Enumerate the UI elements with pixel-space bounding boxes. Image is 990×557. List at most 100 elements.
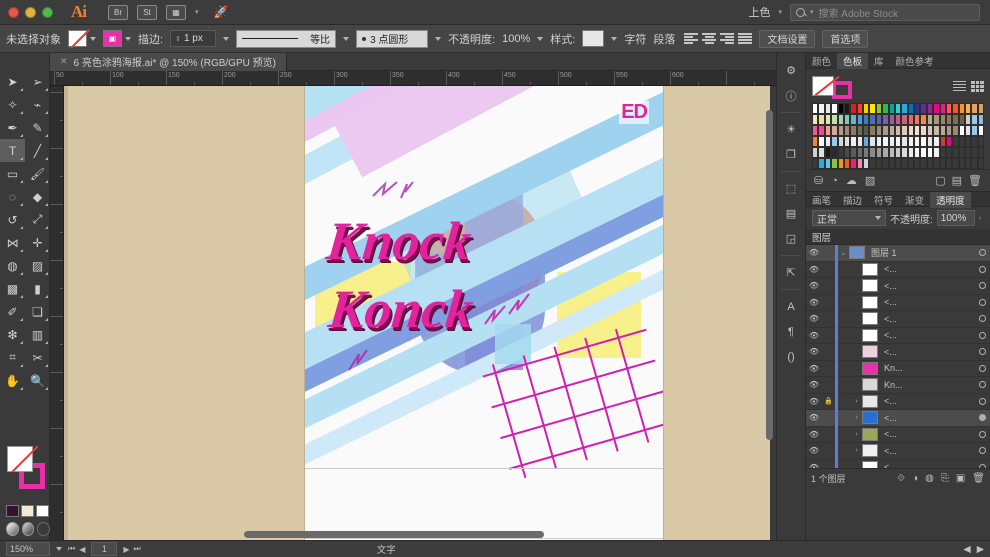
stroke-preview-swatch[interactable] — [832, 81, 852, 99]
expand-arrow-icon[interactable]: ⌄ — [838, 249, 849, 257]
shape-builder-tool[interactable]: ◍ — [0, 254, 25, 277]
fill-color-control[interactable] — [68, 30, 96, 47]
paragraph-icon[interactable]: ¶ — [778, 320, 804, 343]
rocket-icon[interactable]: 🚀 — [214, 5, 229, 19]
fill-stroke-control[interactable] — [0, 441, 50, 503]
align-left-icon[interactable] — [684, 32, 699, 45]
canvas-area[interactable]: Knock Konck ED — [64, 86, 770, 540]
none-swatch-button[interactable] — [36, 505, 49, 517]
layer-name[interactable]: Kn... — [878, 363, 979, 373]
gradient-swatch-button[interactable] — [21, 505, 34, 517]
target-indicator-icon[interactable] — [979, 414, 986, 422]
layer-row[interactable]: 👁 Kn... — [806, 360, 990, 377]
stroke-stepper-icon[interactable]: ⇕ — [175, 35, 181, 43]
align-justify-icon[interactable] — [738, 32, 753, 45]
layer-name[interactable]: <... — [878, 297, 979, 307]
vertical-ruler[interactable] — [50, 86, 64, 540]
visibility-eye-icon[interactable]: 👁 — [806, 331, 822, 340]
align-center-icon[interactable] — [702, 32, 717, 45]
layer-name[interactable]: <... — [878, 446, 979, 456]
visibility-eye-icon[interactable]: 👁 — [806, 397, 822, 406]
visibility-eye-icon[interactable]: 👁 — [806, 265, 822, 274]
opacity-flyout-icon[interactable]: › — [979, 215, 981, 222]
visibility-eye-icon[interactable]: 👁 — [806, 298, 822, 307]
line-segment-tool[interactable]: ╱ — [25, 139, 50, 162]
graphic-style-swatch[interactable] — [582, 30, 605, 47]
stroke-chevron-down-icon[interactable] — [125, 36, 131, 41]
color-swatch[interactable] — [977, 125, 985, 136]
layer-row[interactable]: 👁 <... — [806, 327, 990, 344]
visibility-eye-icon[interactable]: 👁 — [806, 347, 822, 356]
status-right-group[interactable]: ◀ ▶ — [963, 544, 984, 555]
layer-row[interactable]: 👁 <... — [806, 261, 990, 278]
new-color-group-icon[interactable]: ▢ — [935, 174, 945, 187]
column-graph-tool[interactable]: ▥ — [25, 323, 50, 346]
color-swatch[interactable] — [977, 114, 985, 125]
visibility-eye-icon[interactable]: 👁 — [806, 281, 822, 290]
align-icon[interactable]: ▤ — [778, 202, 804, 225]
target-indicator-icon[interactable] — [979, 381, 986, 389]
layer-name[interactable]: <... — [878, 264, 979, 274]
stroke-weight-chevron-down-icon[interactable] — [223, 36, 230, 41]
document-tab[interactable]: ✕ 6 亮色涂鸦海报.ai* @ 150% (RGB/GPU 预览) — [50, 52, 287, 71]
panel-tab-描边[interactable]: 描边 — [837, 192, 868, 208]
fill-swatch-none-icon[interactable] — [68, 30, 87, 47]
artboard-number-input[interactable]: 1 — [91, 542, 118, 556]
workspace-chevron-down-icon[interactable]: ▾ — [778, 8, 782, 16]
expand-arrow-icon[interactable]: › — [851, 447, 862, 454]
paragraph-panel-link[interactable]: 段落 — [653, 31, 675, 47]
swatches-grid[interactable] — [806, 103, 990, 169]
target-indicator-icon[interactable] — [979, 298, 986, 306]
rotate-tool[interactable]: ↺ — [0, 208, 25, 231]
transparency-opacity-input[interactable]: 100% — [936, 210, 975, 226]
layer-name[interactable]: <... — [878, 347, 979, 357]
new-swatch-icon[interactable]: ▤ — [952, 174, 962, 187]
info-icon[interactable]: ⓘ — [778, 84, 804, 107]
draw-normal-icon[interactable] — [6, 522, 19, 536]
layer-name[interactable]: <... — [878, 314, 979, 324]
character-icon[interactable]: A — [778, 295, 804, 318]
gradient-tool[interactable]: ▮ — [25, 277, 50, 300]
blend-tool[interactable]: ❏ — [25, 300, 50, 323]
layer-row[interactable]: 👁 › <... — [806, 442, 990, 460]
type-tool[interactable]: T — [0, 139, 25, 162]
layer-name[interactable]: 图层 1 — [865, 246, 979, 259]
layers-list[interactable]: 👁 ⌄ 图层 1 👁 <... 👁 <... 👁 <... 👁 <... 👁 <... 👁 <... 👁 Kn.… — [806, 245, 990, 468]
visibility-eye-icon[interactable]: 👁 — [806, 364, 822, 373]
free-transform-tool[interactable]: ✛ — [25, 231, 50, 254]
fill-color-box[interactable] — [7, 446, 33, 472]
symbol-sprayer-tool[interactable]: ❇ — [0, 323, 25, 346]
target-indicator-icon[interactable] — [979, 447, 986, 455]
paintbrush-tool[interactable]: 🖌 — [25, 162, 50, 185]
minimize-window-button[interactable] — [25, 6, 36, 18]
stroke-profile-chevron-down-icon[interactable] — [343, 36, 350, 41]
layer-row[interactable]: 👁 <... — [806, 459, 990, 468]
horizontal-ruler[interactable]: 50 100 150 200 250 300 350 400 450 500 550 600 — [50, 71, 776, 86]
stroke-color-control[interactable]: ▣ — [103, 30, 131, 47]
layer-name[interactable]: <... — [878, 462, 979, 468]
visibility-eye-icon[interactable]: 👁 — [806, 248, 822, 257]
stock-search-input[interactable]: ▾ 搜索 Adobe Stock — [790, 3, 980, 21]
layer-name[interactable]: <... — [878, 413, 979, 423]
scale-tool[interactable]: ⤢ — [25, 208, 50, 231]
pen-tool[interactable]: ✒ — [0, 116, 25, 139]
opacity-chevron-down-icon[interactable] — [537, 36, 544, 41]
panel-tab-符号[interactable]: 符号 — [868, 192, 899, 208]
layer-row[interactable]: 👁 › <... — [806, 409, 990, 427]
slice-tool[interactable]: ✂ — [25, 346, 50, 369]
target-indicator-icon[interactable] — [979, 348, 986, 356]
eyedropper-tool[interactable]: ✐ — [0, 300, 25, 323]
panel-tab-颜色[interactable]: 颜色 — [806, 53, 837, 69]
make-clipping-mask-icon[interactable]: ◑ — [912, 473, 918, 484]
pathfinder-icon[interactable]: ◲ — [778, 227, 804, 250]
grid-view-icon[interactable] — [971, 80, 984, 92]
rectangle-tool[interactable]: ▭ — [0, 162, 25, 185]
eraser-tool[interactable]: ◆ — [25, 185, 50, 208]
target-indicator-icon[interactable] — [979, 430, 986, 438]
visibility-eye-icon[interactable]: 👁 — [806, 463, 822, 468]
artboard-nav-group-2[interactable]: ▶ ⏭ — [123, 544, 140, 554]
shaper-tool[interactable]: ◌ — [0, 185, 25, 208]
list-view-icon[interactable] — [953, 80, 966, 92]
layer-row[interactable]: 👁 Kn... — [806, 376, 990, 394]
swatch-libraries-icon[interactable]: ⛁ — [814, 174, 823, 187]
